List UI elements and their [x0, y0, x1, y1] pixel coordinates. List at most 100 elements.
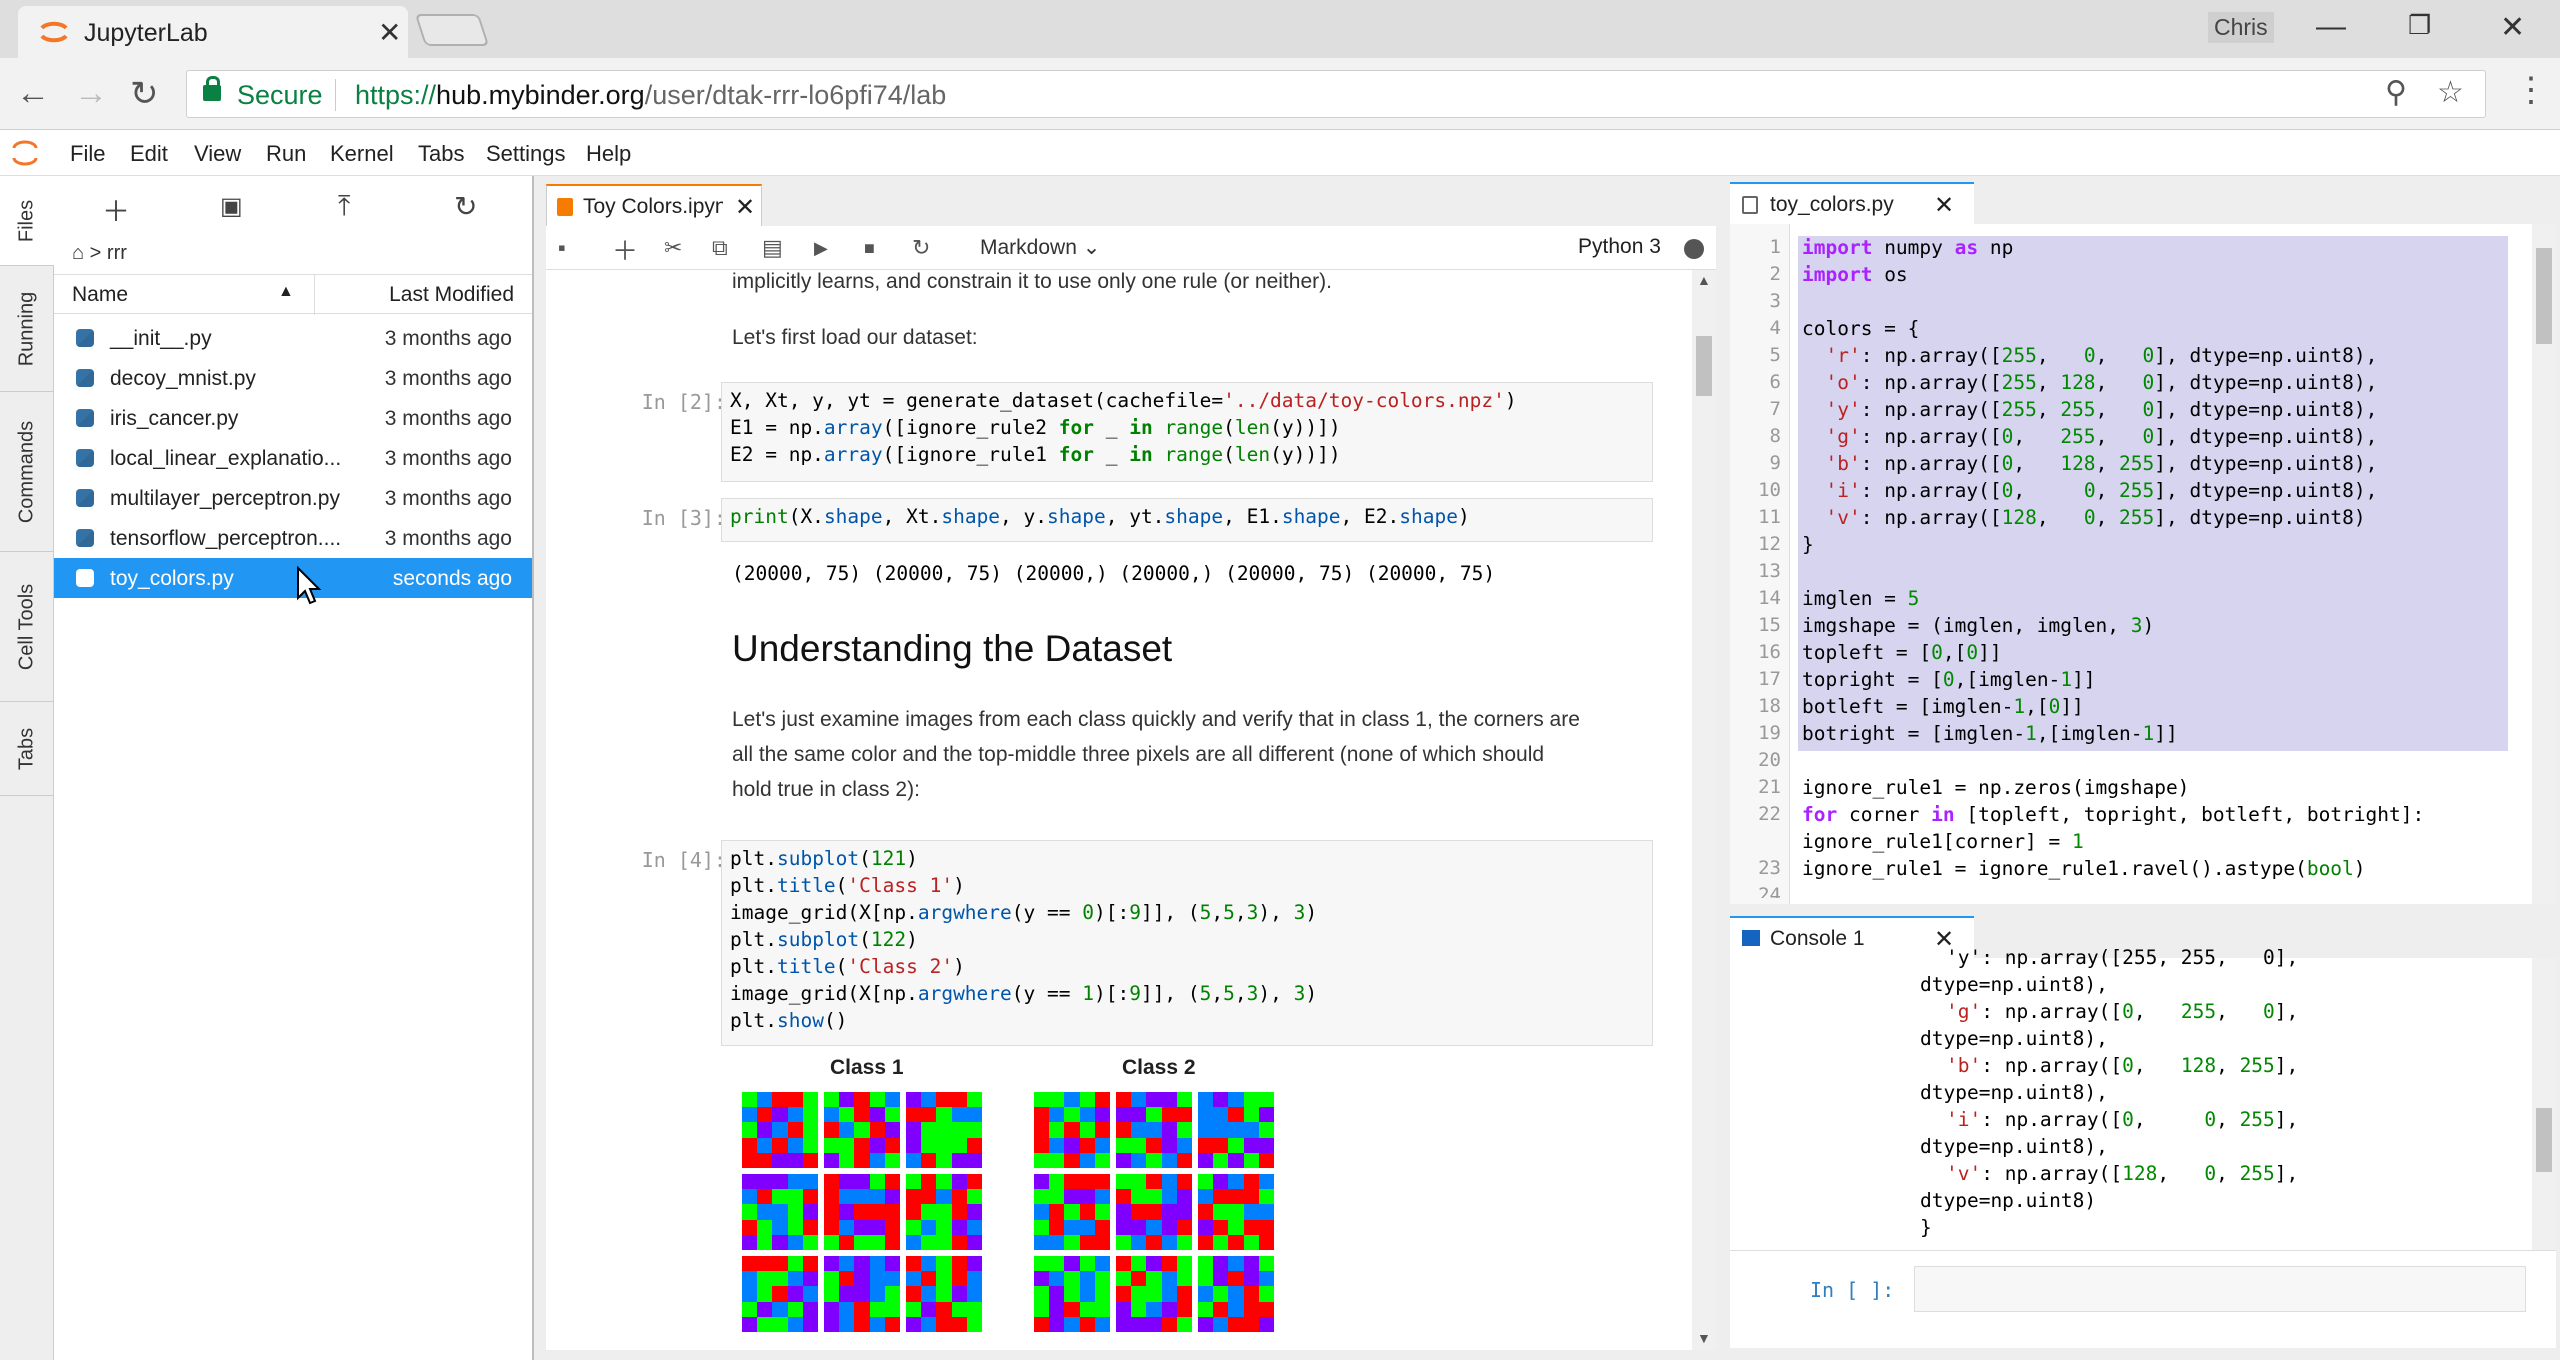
- python-file-icon: [76, 369, 94, 387]
- file-row[interactable]: decoy_mnist.py 3 months ago: [54, 358, 532, 398]
- file-row[interactable]: tensorflow_perceptron.... 3 months ago: [54, 518, 532, 558]
- close-editor-icon[interactable]: ✕: [1934, 191, 1954, 220]
- window-close-icon[interactable]: ✕: [2500, 10, 2525, 45]
- code-editor[interactable]: 1 2 3 4 5 6 7 8 9 10 11 12 13 14 15 16 1…: [1730, 224, 2556, 904]
- file-modified: 3 months ago: [384, 367, 512, 390]
- console-input[interactable]: [1914, 1266, 2526, 1312]
- code-line: ignore_rule1[corner] = 1: [1802, 830, 2084, 853]
- scroll-up-icon[interactable]: ▲: [1697, 272, 1711, 288]
- insert-cell-icon[interactable]: ＋: [612, 231, 638, 268]
- url-text[interactable]: https://hub.mybinder.org/user/dtak-rrr-l…: [355, 80, 946, 111]
- tab-commands[interactable]: Commands: [0, 392, 54, 552]
- restore-icon[interactable]: ❐: [2408, 10, 2431, 41]
- cut-icon[interactable]: ✂: [664, 235, 682, 261]
- notebook-scroll-thumb[interactable]: [1696, 336, 1712, 396]
- column-name[interactable]: Name: [72, 283, 128, 307]
- menu-kernel[interactable]: Kernel: [330, 141, 394, 167]
- url-bar[interactable]: Secure https://hub.mybinder.org/user/dta…: [186, 70, 2486, 118]
- notebook-scrollbar[interactable]: ▲ ▼: [1692, 270, 1716, 1350]
- editor-scrollbar[interactable]: [2532, 224, 2556, 904]
- editor-tab[interactable]: toy_colors.py ✕: [1730, 182, 1974, 224]
- run-icon[interactable]: ▶: [814, 238, 828, 259]
- code-line: 'b': np.array([0, 128, 255], dtype=np.ui…: [1825, 452, 2378, 475]
- notebook-content[interactable]: implicitly learns, and constrain it to u…: [546, 270, 1716, 1350]
- menu-run[interactable]: Run: [266, 141, 306, 167]
- file-modified: 3 months ago: [384, 447, 512, 470]
- code-cell[interactable]: print(X.shape, Xt.shape, y.shape, yt.sha…: [721, 498, 1653, 542]
- file-row[interactable]: __init__.py 3 months ago: [54, 318, 532, 358]
- file-row[interactable]: local_linear_explanatio... 3 months ago: [54, 438, 532, 478]
- jupyterlab-menubar: File Edit View Run Kernel Tabs Settings …: [0, 130, 2560, 176]
- kernel-name[interactable]: Python 3: [1578, 235, 1661, 259]
- new-folder-icon[interactable]: ▣: [220, 192, 243, 221]
- menu-tabs[interactable]: Tabs: [418, 141, 464, 167]
- file-row-selected[interactable]: toy_colors.py seconds ago: [54, 558, 532, 598]
- file-name: __init__.py: [110, 327, 212, 350]
- menu-file[interactable]: File: [70, 141, 105, 167]
- stop-icon[interactable]: ■: [864, 238, 875, 259]
- console[interactable]: 'y': np.array([255, 255, 0], dtype=np.ui…: [1730, 946, 2556, 1348]
- tab-cell-tools[interactable]: Cell Tools: [0, 552, 54, 702]
- console-scrollbar[interactable]: [2532, 958, 2556, 1250]
- file-modified: seconds ago: [392, 567, 512, 590]
- close-tab-icon[interactable]: ✕: [378, 16, 401, 49]
- close-notebook-icon[interactable]: ✕: [735, 193, 755, 222]
- breadcrumb-folder[interactable]: rrr: [107, 242, 127, 264]
- notebook-tab-title: Toy Colors.ipynb: [583, 195, 723, 218]
- markdown-cell: implicitly learns, and constrain it to u…: [732, 270, 1332, 293]
- menu-help[interactable]: Help: [586, 141, 631, 167]
- zoom-icon[interactable]: ⚲: [2385, 75, 2407, 110]
- new-launcher-icon[interactable]: ＋: [102, 190, 130, 230]
- browser-user[interactable]: Chris: [2208, 12, 2274, 43]
- reload-icon[interactable]: ↻: [130, 74, 159, 114]
- file-row[interactable]: multilayer_perceptron.py 3 months ago: [54, 478, 532, 518]
- console-tab[interactable]: Console 1 ✕: [1730, 916, 1974, 958]
- python-file-icon: [76, 489, 94, 507]
- cell-output: (20000, 75) (20000, 75) (20000,) (20000,…: [732, 562, 1496, 585]
- cell-type-select[interactable]: Markdown ⌄: [980, 235, 1100, 260]
- copy-icon[interactable]: ⧉: [712, 235, 728, 261]
- right-panels: toy_colors.py ✕ 1 2 3 4 5 6 7 8 9 10 11 …: [1726, 176, 2560, 1360]
- tab-tabs[interactable]: Tabs: [0, 702, 54, 796]
- upload-icon[interactable]: ⤒: [338, 190, 350, 223]
- console-output-line: dtype=np.uint8),: [1920, 1027, 2108, 1050]
- browser-titlebar: JupyterLab ✕ Chris — ❐ ✕: [0, 0, 2560, 58]
- console-output-line: 'i': np.array([0, 0, 255],: [1946, 1108, 2299, 1131]
- tab-running[interactable]: Running: [0, 266, 54, 392]
- save-icon[interactable]: ▪: [558, 235, 566, 261]
- code-cell[interactable]: X, Xt, y, yt = generate_dataset(cachefil…: [721, 382, 1653, 482]
- code-line: import os: [1802, 263, 1908, 286]
- browser-tab[interactable]: JupyterLab ✕: [18, 6, 408, 58]
- code-line: for corner in [topleft, topright, botlef…: [1802, 803, 2425, 826]
- sample-image: [742, 1174, 818, 1250]
- menu-settings[interactable]: Settings: [486, 141, 566, 167]
- file-icon: [1742, 196, 1758, 214]
- plot-title-class2: Class 2: [1122, 1056, 1196, 1079]
- bookmark-star-icon[interactable]: ☆: [2437, 75, 2464, 110]
- minimize-icon[interactable]: —: [2316, 10, 2346, 44]
- code-cell[interactable]: plt.subplot(121) plt.title('Class 1') im…: [721, 840, 1653, 1046]
- back-icon[interactable]: ←: [16, 74, 50, 113]
- editor-scroll-thumb[interactable]: [2536, 248, 2552, 344]
- menu-view[interactable]: View: [194, 141, 241, 167]
- sample-image: [824, 1256, 900, 1332]
- menu-edit[interactable]: Edit: [130, 141, 168, 167]
- file-name: decoy_mnist.py: [110, 367, 256, 390]
- forward-icon[interactable]: →: [74, 74, 108, 113]
- refresh-icon[interactable]: ↻: [454, 190, 477, 223]
- markdown-line: all the same color and the top-middle th…: [732, 743, 1545, 766]
- new-tab-button[interactable]: [414, 14, 490, 46]
- markdown-line: hold true in class 2):: [732, 778, 920, 801]
- tab-files[interactable]: Files: [0, 176, 54, 266]
- console-output-line: dtype=np.uint8),: [1920, 973, 2108, 996]
- console-scroll-thumb[interactable]: [2536, 1108, 2552, 1172]
- file-row[interactable]: iris_cancer.py 3 months ago: [54, 398, 532, 438]
- home-icon[interactable]: ⌂: [72, 242, 84, 264]
- scroll-down-icon[interactable]: ▼: [1697, 1330, 1711, 1346]
- restart-icon[interactable]: ↻: [912, 235, 930, 261]
- class2-image-grid: [1034, 1092, 1274, 1332]
- browser-menu-icon[interactable]: ⋮: [2514, 70, 2548, 110]
- paste-icon[interactable]: ▤: [762, 235, 783, 261]
- notebook-tab[interactable]: Toy Colors.ipynb ✕: [546, 184, 762, 226]
- column-last-modified[interactable]: Last Modified: [389, 283, 514, 307]
